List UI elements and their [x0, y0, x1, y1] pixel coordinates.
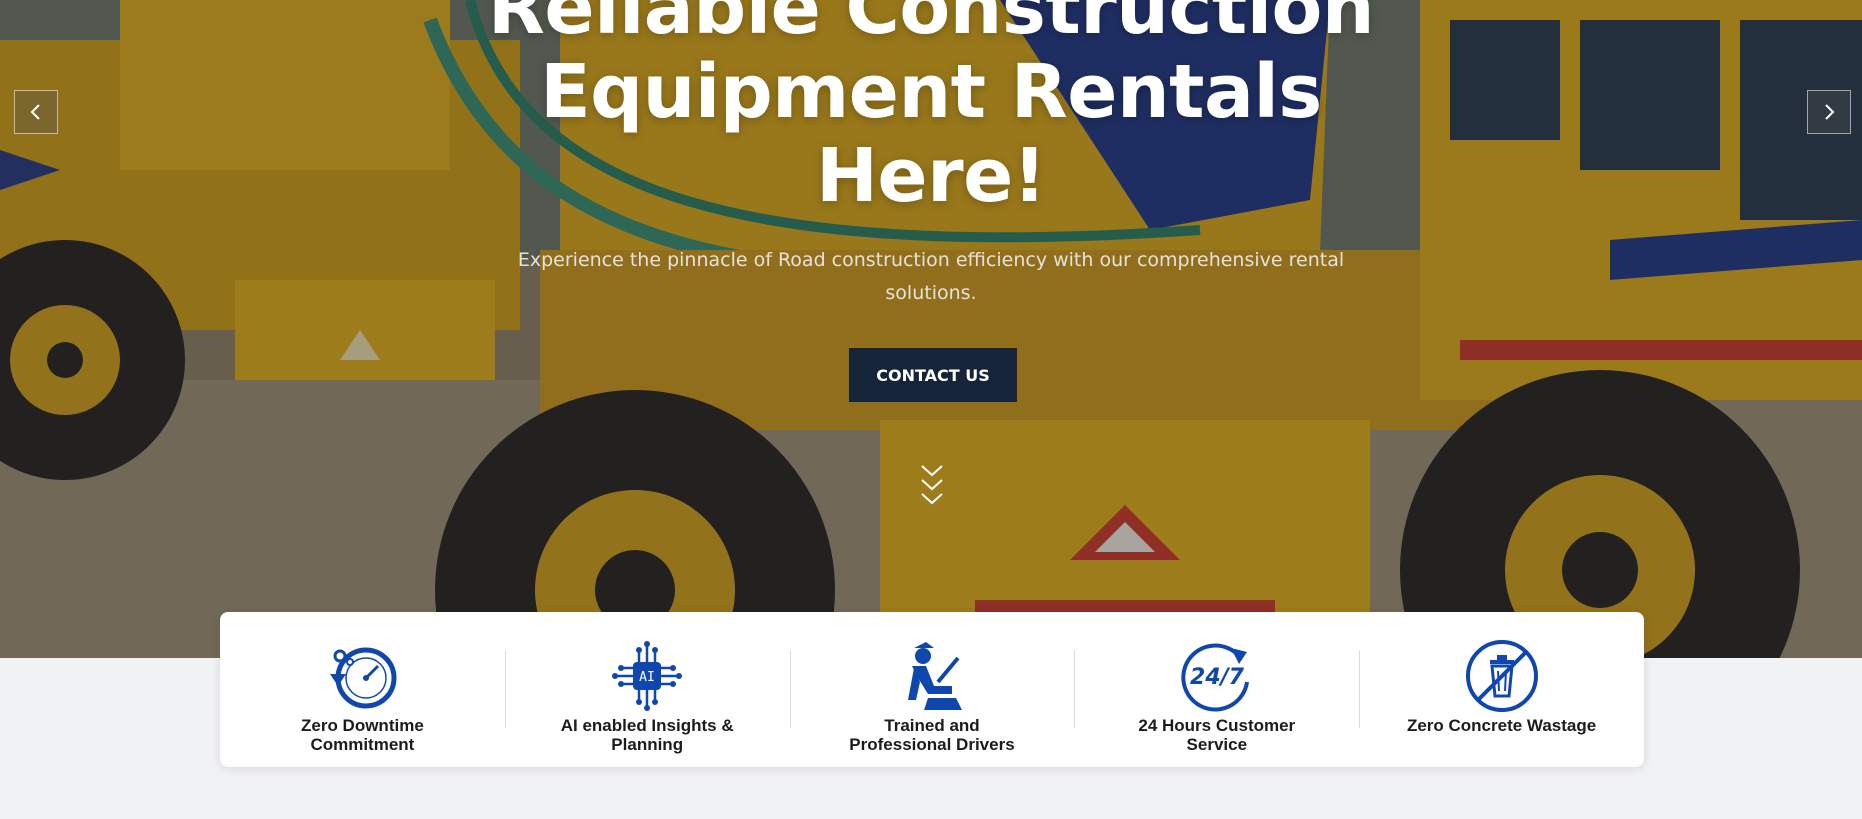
feature-zero-downtime: Zero Downtime Commitment: [220, 612, 505, 767]
speedometer-gear-icon: [330, 647, 397, 709]
feature-label: 24 Hours Customer Service: [1138, 716, 1296, 754]
chevron-right-icon: [1825, 104, 1835, 120]
slider-prev-button[interactable]: [14, 90, 58, 134]
svg-text:24/7: 24/7: [1190, 665, 1245, 690]
feature-label: Zero Concrete Wastage: [1406, 716, 1597, 735]
slider-next-button[interactable]: [1807, 90, 1851, 134]
no-waste-bin-icon: [1465, 640, 1538, 712]
features-bar: Zero Downtime Commitment AI AI enabled I…: [220, 612, 1644, 767]
feature-customer-service: 24/7 24 Hours Customer Service: [1074, 612, 1359, 767]
feature-label: Zero Downtime Commitment: [300, 716, 424, 754]
hero-title: Reliable Construction Equipment Rentals …: [487, 0, 1375, 219]
feature-label: Trained and Professional Drivers: [849, 716, 1015, 754]
ai-chip-icon: AI: [612, 641, 683, 711]
clock-24-7-icon: 24/7: [1181, 643, 1249, 712]
contact-us-button[interactable]: CONTACT US: [849, 348, 1017, 402]
svg-text:AI: AI: [639, 670, 655, 685]
scroll-down-icon[interactable]: [918, 462, 946, 508]
feature-trained-drivers: Trained and Professional Drivers: [789, 612, 1075, 767]
driver-icon: [907, 642, 962, 710]
hero-banner: Reliable Construction Equipment Rentals …: [0, 0, 1862, 658]
feature-zero-wastage: Zero Concrete Wastage: [1359, 612, 1644, 767]
chevron-left-icon: [30, 104, 40, 120]
feature-ai-insights: AI AI enabled Insights & Planning: [504, 612, 790, 767]
hero-subtitle: Experience the pinnacle of Road construc…: [517, 249, 1345, 304]
feature-label: AI enabled Insights & Planning: [560, 716, 734, 754]
